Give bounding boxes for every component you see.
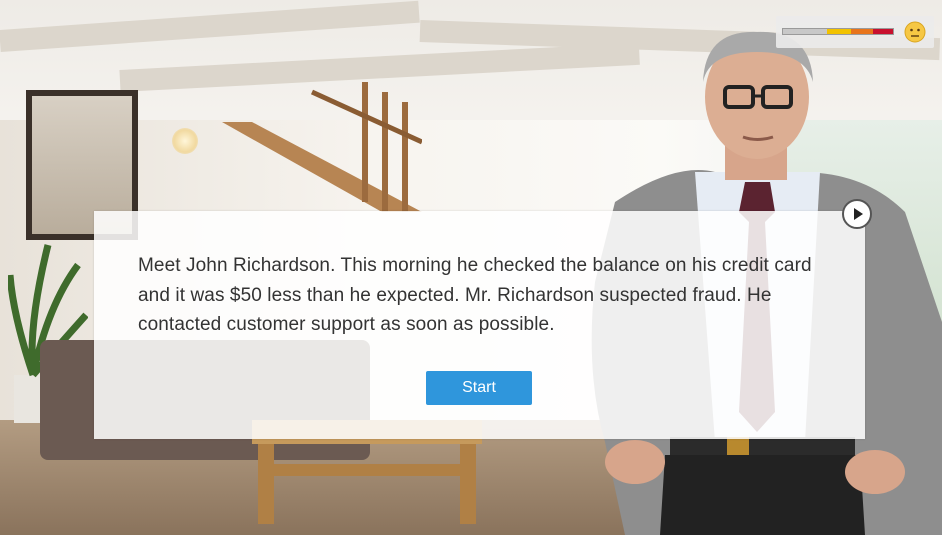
mood-meter-segment-orange [851,29,874,34]
scenario-description: Meet John Richardson. This morning he ch… [138,255,812,335]
mood-meter [776,16,934,48]
neutral-face-icon [904,21,926,43]
scenario-dialog-card: Meet John Richardson. This morning he ch… [94,211,865,439]
play-icon [854,208,863,220]
wall-lamp [172,128,198,154]
start-button[interactable]: Start [426,371,532,405]
mood-meter-track [782,28,894,35]
mood-meter-segment-yellow [827,29,852,34]
staircase [222,82,422,212]
play-audio-button[interactable] [842,199,872,229]
scenario-stage: Meet John Richardson. This morning he ch… [0,0,942,535]
mood-meter-segment-red [873,29,893,34]
